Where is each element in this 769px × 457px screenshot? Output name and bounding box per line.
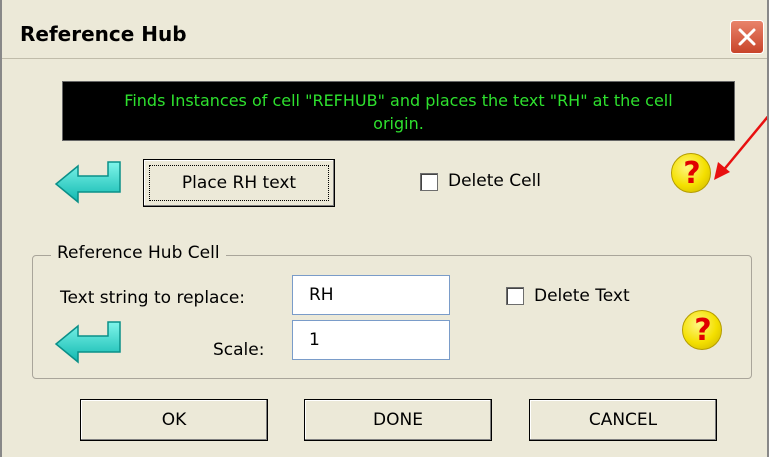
delete-text-checkbox[interactable] [506,287,524,305]
close-icon [738,28,756,46]
focus-rect [149,165,329,201]
text-string-input[interactable]: RH [292,275,450,315]
scale-label: Scale: [213,340,265,360]
info-line-2: origin. [373,114,424,133]
text-string-label: Text string to replace: [60,288,245,308]
window-title: Reference Hub [20,22,187,46]
done-label: DONE [373,410,423,430]
close-button[interactable] [730,20,764,54]
return-arrow-icon[interactable] [52,318,124,366]
cancel-button[interactable]: CANCEL [529,399,717,441]
info-panel: Finds Instances of cell "REFHUB" and pla… [62,81,735,141]
cancel-label: CANCEL [588,410,658,430]
group-title: Reference Hub Cell [51,243,226,263]
reference-hub-cell-group [32,255,752,379]
info-line-1: Finds Instances of cell "REFHUB" and pla… [124,91,673,110]
ok-label: OK [161,410,187,430]
title-bar[interactable]: Reference Hub [2,0,767,59]
help-question-mark: ? [694,313,712,348]
scale-input[interactable]: 1 [292,320,450,360]
delete-cell-label: Delete Cell [448,171,542,191]
ok-button[interactable]: OK [80,399,268,441]
done-button[interactable]: DONE [304,399,492,441]
delete-text-label: Delete Text [534,286,630,306]
place-rh-text-button[interactable]: Place RH text [143,159,335,207]
annotation-arrow-icon [714,115,767,180]
return-arrow-icon[interactable] [52,158,124,206]
help-icon[interactable]: ? [682,310,722,350]
reference-hub-dialog: Reference Hub Finds Instances of cell "R… [0,0,769,457]
delete-cell-checkbox[interactable] [420,173,438,191]
